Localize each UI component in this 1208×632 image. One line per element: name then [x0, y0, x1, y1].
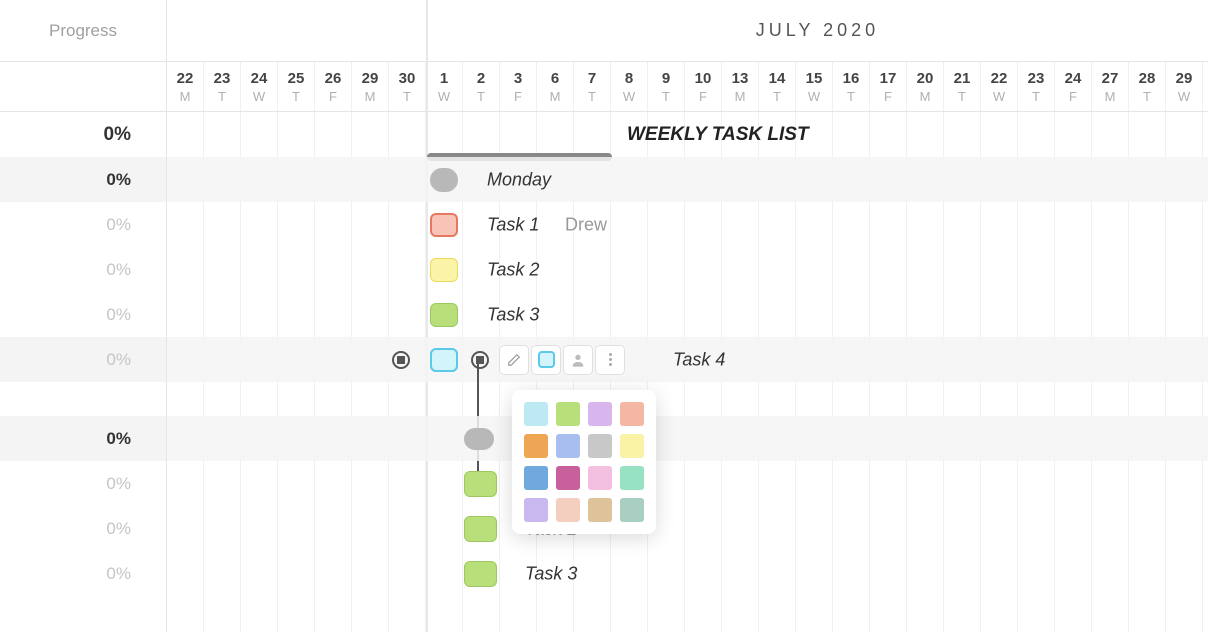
- task-label: Task 2: [487, 259, 539, 280]
- progress-value: 0%: [0, 202, 166, 247]
- select-right-icon[interactable]: [471, 351, 489, 369]
- date-cell: 29M: [352, 62, 389, 111]
- date-cell: 22W: [981, 62, 1018, 111]
- task-row-selected[interactable]: Task 4: [167, 337, 1208, 382]
- date-cell: 21T: [944, 62, 981, 111]
- task-bar[interactable]: [430, 168, 458, 192]
- edit-button[interactable]: [499, 345, 529, 375]
- date-cell: 20M: [907, 62, 944, 111]
- date-header-row: 22M23T24W25T26F29M30T1W2T3F6M7T8W9T10F13…: [167, 62, 1208, 112]
- progress-value: 0%: [0, 506, 166, 551]
- task-bar[interactable]: [430, 213, 458, 237]
- color-swatch[interactable]: [588, 434, 612, 458]
- task-label: Task 1: [487, 214, 539, 235]
- timeline[interactable]: JULY 2020 22M23T24W25T26F29M30T1W2T3F6M7…: [167, 0, 1208, 632]
- group-header-row[interactable]: [167, 416, 1208, 461]
- task-row[interactable]: Task 3: [167, 551, 1208, 596]
- date-cell: 23T: [204, 62, 241, 111]
- task-row-monday[interactable]: Monday: [167, 157, 1208, 202]
- color-swatch[interactable]: [588, 498, 612, 522]
- date-cell: 30T: [389, 62, 426, 111]
- progress-value: 0%: [0, 247, 166, 292]
- date-cell: 27M: [1092, 62, 1129, 111]
- task-bar[interactable]: [430, 258, 458, 282]
- task-label: Task 4: [673, 349, 725, 370]
- progress-value: 0%: [0, 416, 166, 461]
- date-cell: 2T: [463, 62, 500, 111]
- date-cell: 9T: [648, 62, 685, 111]
- task-bar[interactable]: [464, 561, 497, 587]
- task-row[interactable]: Task 1 Drew: [167, 202, 1208, 247]
- date-cell: 23T: [1018, 62, 1055, 111]
- color-button[interactable]: [531, 345, 561, 375]
- date-cell: 24F: [1055, 62, 1092, 111]
- date-cell: 16T: [833, 62, 870, 111]
- task-row[interactable]: [167, 461, 1208, 506]
- date-cell: 14T: [759, 62, 796, 111]
- date-cell: 29W: [1166, 62, 1203, 111]
- progress-column: Progress 0% 0% 0% 0% 0% 0% 0% 0% 0% 0%: [0, 0, 167, 632]
- date-cell: 25T: [278, 62, 315, 111]
- task-label: Monday: [487, 169, 551, 190]
- task-bar[interactable]: [464, 516, 497, 542]
- color-swatch[interactable]: [524, 434, 548, 458]
- color-swatch[interactable]: [556, 402, 580, 426]
- progress-value: 0%: [0, 292, 166, 337]
- date-cell: 6M: [537, 62, 574, 111]
- select-left-icon[interactable]: [392, 351, 410, 369]
- date-cell: 22M: [167, 62, 204, 111]
- more-icon: [609, 353, 612, 366]
- color-swatch[interactable]: [556, 434, 580, 458]
- task-bar[interactable]: [430, 303, 458, 327]
- date-cell: 10F: [685, 62, 722, 111]
- task-label: Task 3: [525, 563, 577, 584]
- task-label: Task 3: [487, 304, 539, 325]
- month-label: JULY 2020: [167, 0, 1208, 62]
- color-swatch[interactable]: [620, 402, 644, 426]
- color-swatch[interactable]: [556, 498, 580, 522]
- progress-value: 0%: [0, 157, 166, 202]
- color-picker[interactable]: [512, 390, 656, 534]
- task-row[interactable]: Task 2: [167, 247, 1208, 292]
- progress-header: Progress: [0, 0, 166, 62]
- color-swatch[interactable]: [524, 466, 548, 490]
- task-bar[interactable]: [430, 348, 458, 372]
- date-cell: 28T: [1129, 62, 1166, 111]
- progress-value: 0%: [0, 551, 166, 596]
- color-swatch[interactable]: [524, 498, 548, 522]
- date-cell: 8W: [611, 62, 648, 111]
- color-swatch[interactable]: [588, 402, 612, 426]
- more-button[interactable]: [595, 345, 625, 375]
- spacer-row: [167, 382, 1208, 416]
- date-cell: 7T: [574, 62, 611, 111]
- color-swatch[interactable]: [588, 466, 612, 490]
- date-cell: 1W: [426, 62, 463, 111]
- progress-value: 0%: [0, 461, 166, 506]
- group-header-row[interactable]: WEEKLY TASK LIST: [167, 112, 1208, 157]
- date-cell: 3F: [500, 62, 537, 111]
- color-swatch[interactable]: [524, 402, 548, 426]
- task-row[interactable]: Task 2: [167, 506, 1208, 551]
- group-pill[interactable]: [464, 428, 494, 450]
- date-cell: 17F: [870, 62, 907, 111]
- color-swatch[interactable]: [556, 466, 580, 490]
- color-swatch-icon: [538, 351, 555, 368]
- task-bar[interactable]: [464, 471, 497, 497]
- color-swatch[interactable]: [620, 466, 644, 490]
- assignee-button[interactable]: [563, 345, 593, 375]
- date-cell: 26F: [315, 62, 352, 111]
- task-assignee: Drew: [565, 214, 607, 235]
- date-cell: 24W: [241, 62, 278, 111]
- group-title: WEEKLY TASK LIST: [627, 124, 809, 146]
- color-swatch[interactable]: [620, 434, 644, 458]
- task-row[interactable]: Task 3: [167, 292, 1208, 337]
- progress-value: 0%: [0, 112, 166, 157]
- date-cell: 15W: [796, 62, 833, 111]
- date-cell: 13M: [722, 62, 759, 111]
- color-swatch[interactable]: [620, 498, 644, 522]
- progress-value: 0%: [0, 337, 166, 382]
